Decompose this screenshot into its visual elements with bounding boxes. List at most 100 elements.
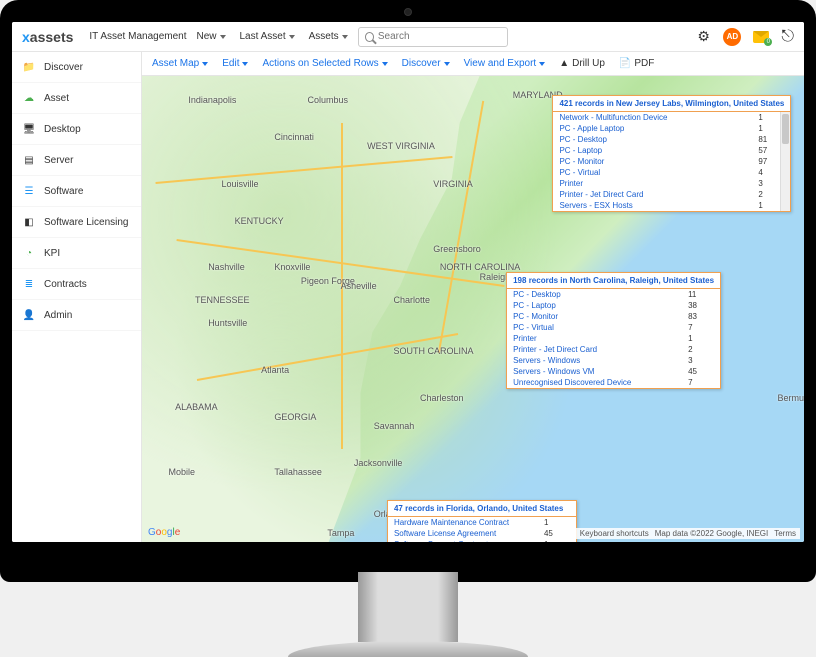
- chevron-down-icon: [539, 62, 545, 66]
- popup-row[interactable]: PC - Monitor97: [553, 156, 790, 167]
- search-input[interactable]: [378, 31, 501, 42]
- chevron-down-icon: [202, 62, 208, 66]
- popup-row[interactable]: PC - Laptop 38: [507, 300, 720, 311]
- sidebar-item-discover[interactable]: 📁Discover: [12, 52, 141, 83]
- scrollbar[interactable]: [780, 112, 790, 211]
- sidebar-item-software-licensing[interactable]: ◧Software Licensing: [12, 207, 141, 238]
- desktop-icon: 🖥: [22, 122, 36, 136]
- popup-body: PC - Desktop11PC - Laptop 38PC - Monitor8…: [507, 289, 720, 388]
- chevron-down-icon: [342, 35, 348, 39]
- popup-row-label: PC - Apple Laptop: [559, 124, 624, 133]
- popup-row-label: PC - Desktop: [513, 290, 561, 299]
- monitor-stand-neck: [358, 572, 458, 642]
- popup-header: 421 records in New Jersey Labs, Wilmingt…: [553, 96, 790, 112]
- popup-row[interactable]: PC - Monitor83: [507, 311, 720, 322]
- tb-drill-up-label: Drill Up: [572, 58, 605, 69]
- toolbar: Asset Map Edit Actions on Selected Rows …: [142, 52, 804, 76]
- popup-row-label: PC - Laptop: [513, 301, 556, 310]
- popup-row[interactable]: PC - Virtual4: [553, 167, 790, 178]
- tb-discover-label: Discover: [402, 58, 441, 69]
- popup-row-value: 1: [758, 124, 776, 133]
- popup-row[interactable]: PC - Virtual7: [507, 322, 720, 333]
- popup-row-label: Printer: [559, 179, 583, 188]
- chevron-down-icon: [289, 35, 295, 39]
- popup-row-label: Printer: [513, 334, 537, 343]
- popup-row[interactable]: Network - Multifunction Device1: [553, 112, 790, 123]
- popup-body: Hardware Maintenance Contract1Software L…: [388, 517, 576, 542]
- popup-row-label: Network - Multifunction Device: [559, 113, 667, 122]
- popup-header: 47 records in Florida, Orlando, United S…: [388, 501, 576, 517]
- tb-view-export[interactable]: View and Export: [464, 58, 546, 69]
- tb-drill-up[interactable]: ▲Drill Up: [559, 58, 605, 69]
- popup-row[interactable]: Software Support Contract1: [388, 539, 576, 542]
- popup-row-label: PC - Monitor: [559, 157, 604, 166]
- popup-row-value: 1: [688, 334, 706, 343]
- gear-icon[interactable]: [697, 30, 711, 44]
- sidebar-item-software[interactable]: ☰Software: [12, 176, 141, 207]
- sidebar: 📁Discover☁Asset🖥Desktop▤Server☰Software◧…: [12, 52, 142, 542]
- tb-pdf[interactable]: 📄PDF: [619, 58, 654, 69]
- popup-row[interactable]: Servers - ESX Hosts1: [553, 200, 790, 211]
- popup-row[interactable]: Software License Agreement45: [388, 528, 576, 539]
- chevron-down-icon: [382, 62, 388, 66]
- popup-row-label: Printer - Jet Direct Card: [513, 345, 597, 354]
- popup-row[interactable]: Unrecognised Discovered Device7: [507, 377, 720, 388]
- popup-row[interactable]: Servers - Windows VM45: [507, 366, 720, 377]
- terms-link[interactable]: Terms: [774, 529, 796, 538]
- tb-edit[interactable]: Edit: [222, 58, 248, 69]
- popup-row-value: 81: [758, 135, 776, 144]
- cloud-icon: ☁: [22, 91, 36, 105]
- license-icon: ◧: [22, 215, 36, 229]
- popup-row[interactable]: Printer 1: [507, 333, 720, 344]
- logo[interactable]: xassets: [22, 29, 73, 45]
- app-title: IT Asset Management: [89, 31, 186, 42]
- sidebar-item-admin[interactable]: 👤Admin: [12, 300, 141, 331]
- monitor-frame: xassets IT Asset Management New Last Ass…: [0, 0, 816, 582]
- sidebar-item-desktop[interactable]: 🖥 Desktop: [12, 114, 141, 145]
- logout-icon[interactable]: ⎋: [781, 28, 794, 46]
- sidebar-item-contracts[interactable]: ≣Contracts: [12, 269, 141, 300]
- tb-asset-map[interactable]: Asset Map: [152, 58, 208, 69]
- sidebar-item-server[interactable]: ▤Server: [12, 145, 141, 176]
- popup-row[interactable]: Servers - Windows3: [507, 355, 720, 366]
- tb-asset-map-label: Asset Map: [152, 58, 199, 69]
- popup-row[interactable]: Printer - Jet Direct Card2: [507, 344, 720, 355]
- server-icon: ▤: [22, 153, 36, 167]
- tb-discover[interactable]: Discover: [402, 58, 450, 69]
- map-popup-fl[interactable]: 47 records in Florida, Orlando, United S…: [387, 500, 577, 542]
- popup-row[interactable]: PC - Desktop11: [507, 289, 720, 300]
- popup-row-value: 1: [544, 540, 562, 542]
- sidebar-item-label: Desktop: [44, 124, 81, 135]
- sidebar-item-kpi[interactable]: ◔KPI: [12, 238, 141, 269]
- popup-row-label: PC - Virtual: [513, 323, 554, 332]
- camera-icon: [404, 8, 412, 16]
- search-input-wrap[interactable]: [358, 27, 508, 47]
- popup-row-value: 4: [758, 168, 776, 177]
- tb-actions[interactable]: Actions on Selected Rows: [262, 58, 387, 69]
- user-avatar[interactable]: AD: [723, 28, 741, 46]
- map-popup-nc[interactable]: 198 records in North Carolina, Raleigh, …: [506, 272, 721, 389]
- nav-new[interactable]: New: [196, 31, 225, 42]
- scrollbar-thumb[interactable]: [782, 114, 789, 144]
- sidebar-item-asset[interactable]: ☁Asset: [12, 83, 141, 114]
- nav-last-asset[interactable]: Last Asset: [240, 31, 295, 42]
- popup-row-value: 45: [688, 367, 706, 376]
- popup-row-value: 38: [688, 301, 706, 310]
- popup-row[interactable]: PC - Laptop57: [553, 145, 790, 156]
- popup-row[interactable]: Printer3: [553, 178, 790, 189]
- sidebar-item-label: Software: [44, 186, 83, 197]
- popup-row[interactable]: Hardware Maintenance Contract1: [388, 517, 576, 528]
- popup-row[interactable]: PC - Desktop81: [553, 134, 790, 145]
- map-popup-nj[interactable]: 421 records in New Jersey Labs, Wilmingt…: [552, 95, 791, 212]
- popup-row[interactable]: PC - Apple Laptop 1: [553, 123, 790, 134]
- nav-assets[interactable]: Assets: [309, 31, 348, 42]
- keyboard-shortcuts-link[interactable]: Keyboard shortcuts: [580, 529, 649, 538]
- nav-last-asset-label: Last Asset: [240, 31, 286, 42]
- popup-row-value: 57: [758, 146, 776, 155]
- popup-row[interactable]: Printer - Jet Direct Card2: [553, 189, 790, 200]
- mail-button[interactable]: 0: [753, 31, 769, 43]
- map-road: [341, 123, 343, 449]
- pdf-icon: 📄: [619, 58, 631, 69]
- map[interactable]: IndianapolisColumbusCincinnatiLouisville…: [142, 76, 804, 542]
- google-logo: Google: [148, 527, 180, 538]
